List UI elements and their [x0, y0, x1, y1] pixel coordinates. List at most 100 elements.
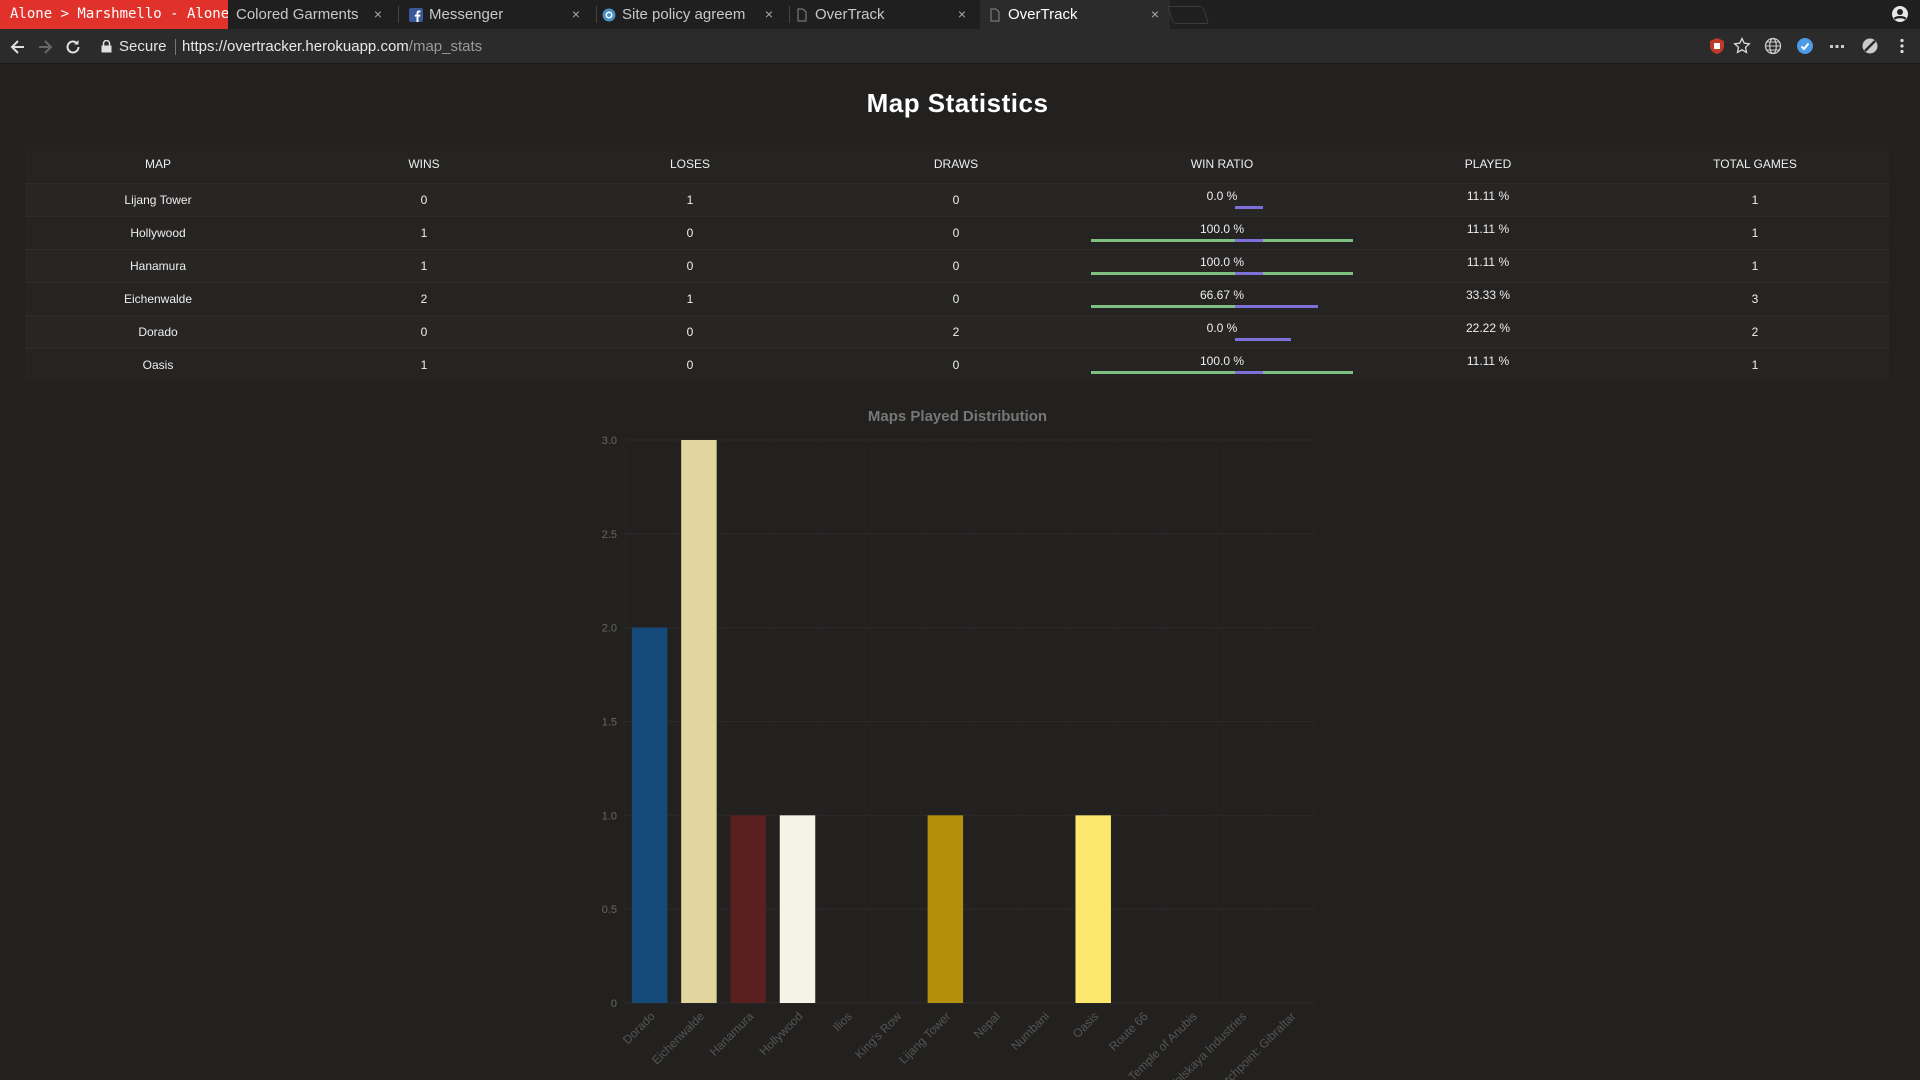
cell-draws: 0	[823, 215, 1089, 249]
y-tick-label: 0.5	[602, 904, 617, 916]
col-header-played[interactable]: PLAYED	[1355, 145, 1621, 183]
cell-win-ratio: 100.0 %	[1089, 347, 1355, 381]
cell-loses: 0	[557, 314, 823, 348]
y-tick-label: 2.5	[602, 529, 617, 541]
x-tick-label: Route 66	[1106, 1009, 1151, 1054]
played-fill	[1235, 271, 1263, 275]
win-ratio-text: 0.0 %	[1206, 188, 1238, 203]
cell-total-games: 1	[1621, 182, 1889, 216]
played-bar	[1235, 304, 1501, 308]
star-icon[interactable]	[1733, 37, 1751, 55]
chart-title: Maps Played Distribution	[867, 408, 1048, 425]
shield-extension-icon[interactable]	[1796, 37, 1814, 55]
cell-map: Eichenwalde	[25, 281, 291, 315]
tab-overtrack[interactable]: OverTrack ×	[787, 0, 977, 29]
cell-map: Lijang Tower	[25, 182, 291, 216]
x-tick-label: King's Row	[852, 1009, 904, 1061]
tab-title: OverTrack	[1008, 6, 1078, 23]
table-row: Eichenwalde 2 1 0 66.67 % 33.33 % 3	[25, 281, 1889, 315]
played-fill	[1235, 205, 1263, 209]
cell-total-games: 3	[1621, 281, 1889, 315]
win-ratio-text: 100.0 %	[1199, 254, 1245, 269]
x-tick-label: Oasis	[1070, 1009, 1102, 1041]
played-fill	[1235, 371, 1263, 374]
table-header-row: MAP WINS LOSES DRAWS WIN RATIO PLAYED TO…	[25, 145, 1889, 183]
cell-wins: 2	[291, 281, 557, 315]
tab-overtrack-active[interactable]: OverTrack ×	[980, 0, 1170, 29]
col-header-map[interactable]: MAP	[25, 145, 291, 183]
col-header-wins[interactable]: WINS	[291, 145, 557, 183]
table-body: Lijang Tower 0 1 0 0.0 % 11.11 % 1 Hollywood 1 0 0…	[25, 182, 1889, 381]
cell-win-ratio: 100.0 %	[1089, 248, 1355, 282]
col-header-total-games[interactable]: TOTAL GAMES	[1621, 145, 1889, 183]
cell-played: 11.11 %	[1235, 347, 1621, 381]
x-tick-label: Eichenwalde	[649, 1009, 707, 1067]
cell-win-ratio: 0.0 %	[1089, 314, 1355, 348]
played-fill	[1235, 238, 1263, 242]
win-ratio-text: 100.0 %	[1199, 353, 1245, 368]
cell-draws: 0	[823, 182, 1089, 216]
played-text: 11.11 %	[1466, 353, 1510, 368]
tab-title: Messenger	[429, 6, 504, 23]
bar-lijang-tower	[927, 815, 964, 1003]
forward-icon[interactable]	[35, 37, 55, 57]
cell-draws: 0	[823, 281, 1089, 315]
bar-oasis	[1075, 815, 1111, 1003]
col-header-draws[interactable]: DRAWS	[823, 145, 1089, 183]
col-header-loses[interactable]: LOSES	[557, 145, 823, 183]
bar-eichenwalde	[681, 440, 717, 1003]
tab-site-policy[interactable]: Site policy agreem ×	[594, 0, 784, 29]
address-bar[interactable]: Secure https://overtracker.herokuapp.com…	[95, 33, 1725, 60]
table-row: Oasis 1 0 0 100.0 % 11.11 % 1	[25, 347, 1889, 381]
blocker-extension-icon[interactable]	[1861, 37, 1879, 55]
new-tab-button[interactable]	[1166, 6, 1210, 24]
more-extension-icon[interactable]	[1828, 37, 1846, 55]
close-icon[interactable]: ×	[1148, 0, 1162, 29]
tab-colored-garments[interactable]: Colored Garments ×	[228, 0, 393, 29]
address-toolbar: Secure https://overtracker.herokuapp.com…	[0, 29, 1920, 64]
url-host: https://overtracker.herokuapp.com	[182, 38, 409, 55]
close-icon[interactable]: ×	[762, 0, 776, 29]
x-tick-label: Hanamura	[707, 1009, 757, 1059]
table-row: Dorado 0 0 2 0.0 % 22.22 % 2	[25, 314, 1889, 348]
played-bar	[1235, 238, 1501, 242]
x-tick-label: Nepal	[971, 1009, 1003, 1041]
cell-wins: 1	[291, 215, 557, 249]
y-tick-label: 3.0	[602, 435, 617, 447]
back-icon[interactable]	[8, 37, 28, 57]
tab-title: Colored Garments	[236, 6, 359, 23]
close-icon[interactable]: ×	[569, 0, 583, 29]
cell-wins: 1	[291, 347, 557, 381]
now-playing-tab[interactable]: Alone > Marshmello - Alone	[0, 0, 228, 29]
x-tick-label: Numbani	[1008, 1009, 1052, 1053]
adblock-extension-icon[interactable]	[1708, 37, 1726, 55]
x-tick-label: Dorado	[620, 1009, 658, 1047]
cell-total-games: 1	[1621, 248, 1889, 282]
played-text: 22.22 %	[1465, 320, 1511, 335]
cell-played: 11.11 %	[1235, 182, 1621, 216]
cell-loses: 0	[557, 347, 823, 381]
cell-win-ratio: 66.67 %	[1089, 281, 1355, 315]
played-text: 11.11 %	[1466, 221, 1510, 236]
tab-messenger[interactable]: Messenger ×	[401, 0, 591, 29]
cell-played: 33.33 %	[1235, 281, 1621, 315]
cell-draws: 2	[823, 314, 1089, 348]
y-tick-label: 1.0	[602, 810, 617, 822]
profile-icon[interactable]	[1890, 4, 1910, 24]
url-text[interactable]: https://overtracker.herokuapp.com/map_st…	[182, 33, 482, 60]
bar-hanamura	[730, 815, 766, 1003]
menu-kebab-icon[interactable]	[1893, 37, 1911, 55]
cell-draws: 0	[823, 347, 1089, 381]
reload-icon[interactable]	[63, 37, 83, 57]
cell-loses: 0	[557, 215, 823, 249]
policy-icon	[602, 8, 616, 22]
page-icon	[797, 8, 807, 22]
cell-wins: 0	[291, 314, 557, 348]
col-header-win-ratio[interactable]: WIN RATIO	[1089, 145, 1355, 183]
cell-loses: 1	[557, 281, 823, 315]
table-row: Lijang Tower 0 1 0 0.0 % 11.11 % 1	[25, 182, 1889, 216]
close-icon[interactable]: ×	[955, 0, 969, 29]
globe-extension-icon[interactable]	[1764, 37, 1782, 55]
close-icon[interactable]: ×	[371, 0, 385, 29]
bar-dorado	[631, 627, 668, 1003]
